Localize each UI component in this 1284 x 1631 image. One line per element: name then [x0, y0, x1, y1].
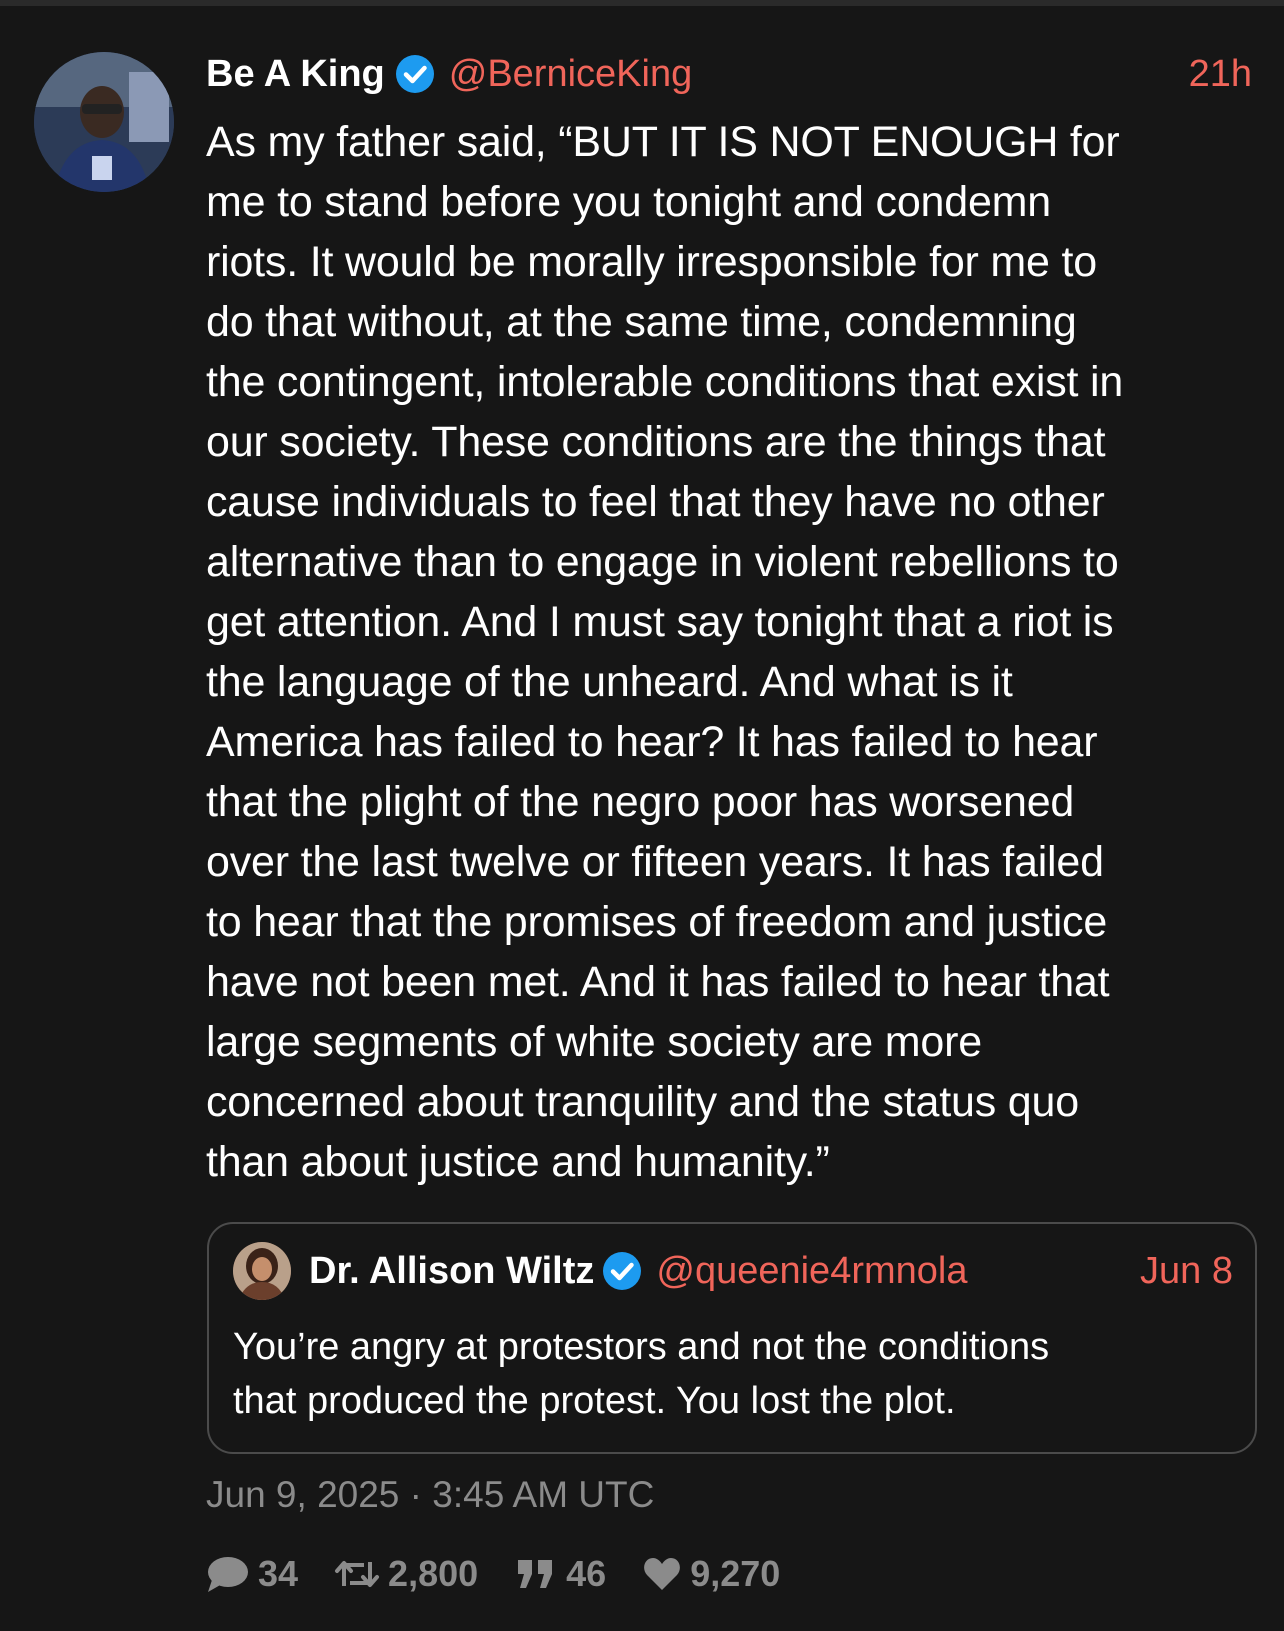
quoted-handle[interactable]: @queenie4rmnola — [656, 1250, 967, 1293]
tweet-full-date[interactable]: Jun 9, 2025 · 3:45 AM UTC — [206, 1474, 654, 1516]
quote-count: 46 — [566, 1553, 607, 1594]
display-name[interactable]: Be A King — [206, 53, 385, 96]
verified-badge-icon — [602, 1251, 642, 1291]
quoted-avatar[interactable] — [233, 1242, 291, 1300]
avatar[interactable] — [34, 52, 174, 192]
avatar-image — [34, 52, 174, 192]
retweet-stat[interactable]: 2,800 — [334, 1553, 478, 1595]
quoted-display-name[interactable]: Dr. Allison Wiltz — [309, 1250, 594, 1293]
tweet-header: Be A King @BerniceKing 21h — [206, 44, 1252, 104]
quoted-tweet[interactable]: Dr. Allison Wiltz @queenie4rmnola Jun 8 … — [207, 1222, 1257, 1454]
reply-stat[interactable]: 34 — [206, 1553, 298, 1595]
tweet: Be A King @BerniceKing 21h As my father … — [0, 6, 1284, 1631]
quoted-date[interactable]: Jun 8 — [1140, 1250, 1233, 1293]
tweet-time-ago[interactable]: 21h — [1189, 53, 1252, 96]
heart-icon — [644, 1558, 681, 1590]
user-handle[interactable]: @BerniceKing — [449, 53, 692, 96]
retweet-count: 2,800 — [388, 1553, 479, 1594]
speech-bubble-icon — [208, 1557, 248, 1592]
retweet-arrows-icon — [335, 1561, 380, 1587]
verified-badge-icon — [395, 54, 435, 94]
like-stat[interactable]: 9,270 — [642, 1553, 780, 1595]
quoted-header: Dr. Allison Wiltz @queenie4rmnola Jun 8 — [309, 1242, 1233, 1300]
engagement-stats: 34 2,800 46 9,270 — [206, 1546, 816, 1602]
quoted-avatar-image — [233, 1242, 291, 1300]
quote-marks-icon — [518, 1560, 553, 1588]
like-count: 9,270 — [690, 1553, 781, 1594]
tweet-text: As my father said, “BUT IT IS NOT ENOUGH… — [206, 118, 1124, 1186]
quote-stat[interactable]: 46 — [514, 1553, 606, 1595]
quoted-text: You’re angry at protestors and not the c… — [233, 1326, 1050, 1422]
reply-count: 34 — [258, 1553, 299, 1594]
